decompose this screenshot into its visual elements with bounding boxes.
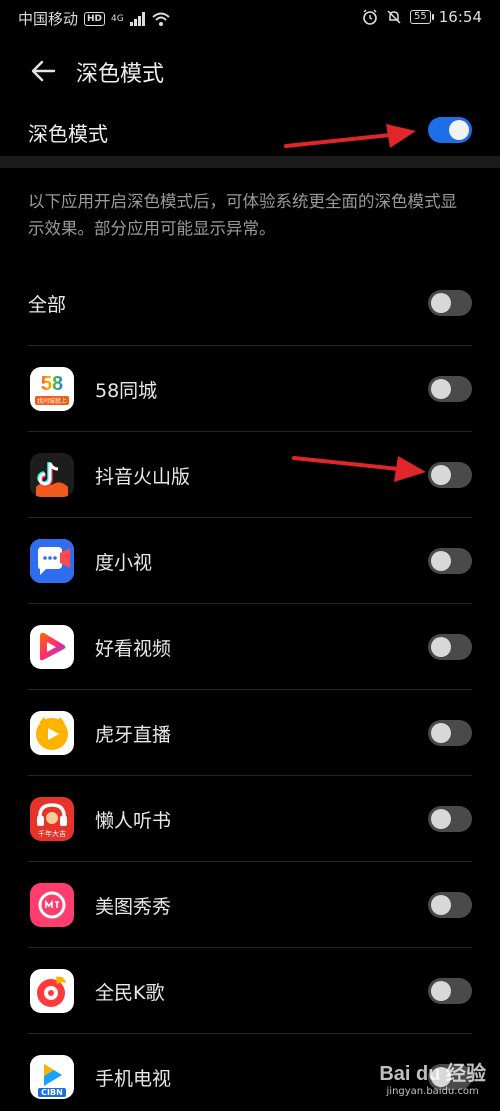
app-name: 好看视频 (95, 638, 172, 660)
hd-badge: HD (84, 11, 106, 26)
app-name: 虎牙直播 (95, 724, 172, 746)
app-name: 美图秀秀 (95, 896, 172, 918)
dark-mode-row[interactable]: 深色模式 (0, 108, 500, 156)
meitu-logo (38, 891, 66, 919)
lanren-tingshu-icon: 千年大吉 (30, 797, 74, 841)
douyin-logo (36, 462, 68, 497)
all-apps-label: 全部 (28, 294, 67, 316)
lanren-subtext: 千年大吉 (38, 830, 66, 838)
app-toggle[interactable] (428, 720, 472, 746)
app-row-meitu[interactable]: 美图秀秀 (0, 862, 500, 948)
mute-bell-icon (387, 10, 401, 24)
carrier-label: 中国移动 (18, 10, 79, 28)
app-toggle[interactable] (428, 806, 472, 832)
app-toggle[interactable] (428, 376, 472, 402)
toggle-knob (449, 120, 469, 140)
clock: 16:54 (438, 8, 482, 26)
headphone-icon (37, 803, 67, 826)
app-name: 58同城 (95, 380, 158, 402)
toggle-knob (431, 551, 451, 571)
kge-logo (37, 976, 66, 1007)
app-toggle[interactable] (428, 548, 472, 574)
toggle-knob (431, 637, 451, 657)
dark-mode-label: 深色模式 (28, 122, 108, 146)
duxiaoshi-icon (30, 539, 74, 583)
toggle-knob (431, 895, 451, 915)
58-tongcheng-icon: 58 找同城就上 (30, 367, 74, 411)
tv-logo (44, 1063, 62, 1086)
wifi-icon (152, 12, 170, 26)
haokan-logo (40, 633, 66, 661)
annotation-arrow-top (284, 124, 416, 148)
app-name: 全民K歌 (95, 982, 165, 1004)
watermark-main: Bai du 经验 (379, 1063, 486, 1085)
app-toggle[interactable] (428, 978, 472, 1004)
cibn-label: CIBN (38, 1087, 66, 1097)
toggle-knob (431, 379, 451, 399)
signal-icon (129, 11, 145, 26)
shouji-dianshi-icon: CIBN (30, 1055, 74, 1099)
app-row-lanren[interactable]: 千年大吉 懒人听书 (0, 776, 500, 862)
description-text: 以下应用开启深色模式后，可体验系统更全面的深色模式显示效果。部分应用可能显示异常… (28, 192, 457, 238)
douyin-huoshan-icon (30, 453, 74, 497)
toggle-knob (431, 723, 451, 743)
watermark-sub: jingyan.baidu.com (386, 1086, 479, 1097)
app-row-58tongcheng[interactable]: 58 找同城就上 58同城 (0, 346, 500, 432)
huya-live-icon (30, 711, 74, 755)
back-arrow-icon[interactable] (28, 56, 58, 86)
app-name: 抖音火山版 (95, 466, 191, 488)
app-name: 度小视 (95, 552, 153, 574)
app-toggle[interactable] (428, 892, 472, 918)
app-toggle[interactable] (428, 462, 472, 488)
app-row-haokan[interactable]: 好看视频 (0, 604, 500, 690)
alarm-icon (363, 9, 377, 25)
page-title: 深色模式 (76, 62, 165, 87)
toggle-knob (431, 809, 451, 829)
app-row-duxiaoshi[interactable]: 度小视 (0, 518, 500, 604)
app-toggle[interactable] (428, 634, 472, 660)
toggle-knob (431, 981, 451, 1001)
huya-logo (36, 717, 68, 750)
app-name: 手机电视 (95, 1068, 172, 1090)
toggle-knob (431, 293, 451, 313)
app-name: 懒人听书 (95, 810, 172, 832)
status-bar: 中国移动 HD 4G 55 16:54 (0, 0, 500, 36)
header: 深色模式 (0, 44, 500, 98)
all-apps-row[interactable]: 全部 (0, 260, 500, 346)
annotation-arrow-middle (292, 456, 426, 482)
network-type: 4G (111, 13, 124, 24)
58-logo-subtext: 找同城就上 (34, 395, 69, 405)
dark-mode-toggle[interactable] (428, 117, 472, 143)
app-row-quanmin-kge[interactable]: 全民K歌 (0, 948, 500, 1034)
toggle-knob (431, 465, 451, 485)
58-logo-text: 58 (40, 372, 64, 395)
battery-indicator: 55 (410, 10, 434, 24)
app-row-huya[interactable]: 虎牙直播 (0, 690, 500, 776)
baidu-jingyan-watermark: Bai du 经验 jingyan.baidu.com (379, 1057, 486, 1097)
meitu-xiuxiu-icon (30, 883, 74, 927)
quanmin-kge-icon (30, 969, 74, 1013)
duxiaoshi-logo (30, 539, 74, 583)
section-divider (0, 156, 500, 168)
all-apps-toggle[interactable] (428, 290, 472, 316)
haokan-video-icon (30, 625, 74, 669)
